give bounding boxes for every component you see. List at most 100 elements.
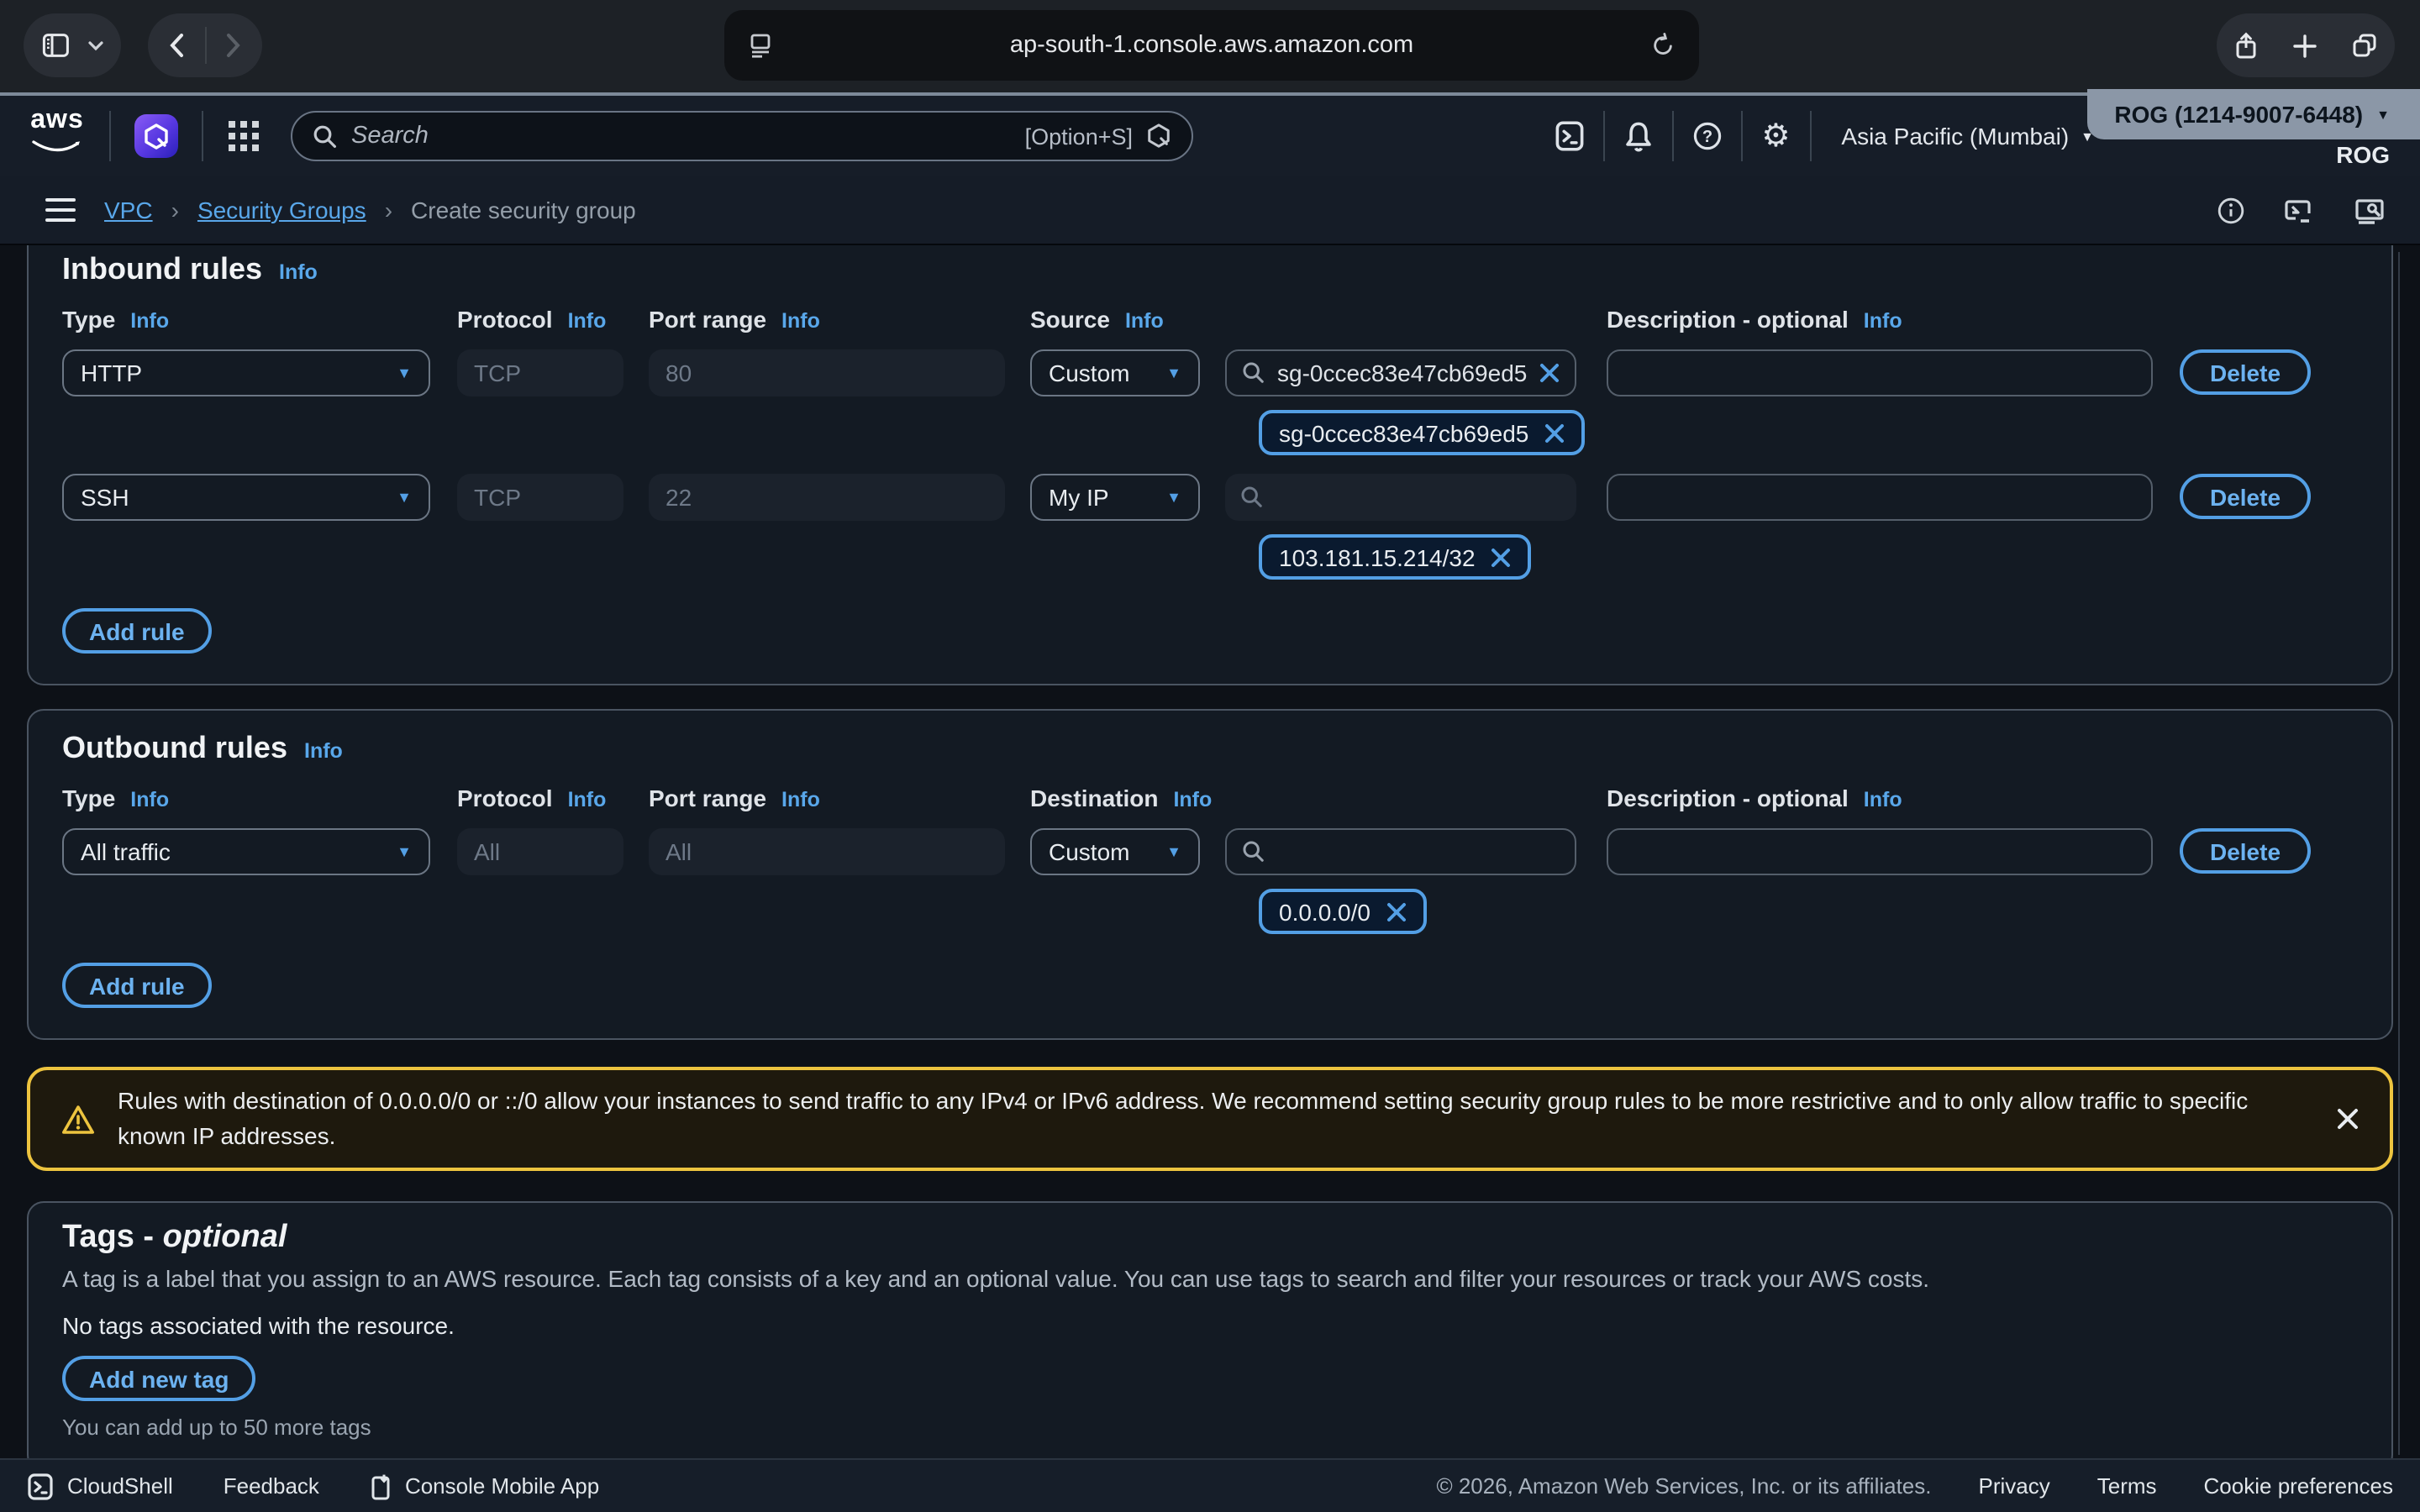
info-link[interactable]: Info: [568, 309, 607, 333]
add-new-tag-button[interactable]: Add new tag: [62, 1356, 255, 1401]
info-link[interactable]: Info: [781, 788, 820, 811]
help-button[interactable]: ?: [1673, 121, 1740, 151]
add-rule-button[interactable]: Add rule: [62, 608, 212, 654]
description-input[interactable]: [1607, 474, 2153, 521]
footer-feedback-label: Feedback: [224, 1473, 319, 1499]
breadcrumb-link-security-groups[interactable]: Security Groups: [197, 197, 366, 223]
breadcrumb-separator: ›: [385, 197, 392, 223]
tab-overview-icon[interactable]: [2351, 32, 2378, 59]
share-icon[interactable]: [2233, 31, 2259, 60]
sidebar-icon: [41, 32, 70, 59]
account-menu-button[interactable]: ROG (1214-9007-6448) ▼: [2087, 89, 2420, 139]
reload-icon[interactable]: [1650, 32, 1676, 59]
settings-button[interactable]: ⚙: [1742, 118, 1809, 155]
selected-destination-chips: 0.0.0.0/0: [62, 889, 2358, 932]
source-chip[interactable]: sg-0ccec83e47cb69ed5: [1259, 410, 1584, 455]
scrollbar-track[interactable]: [2398, 252, 2400, 1455]
footer-cookie-preferences-link[interactable]: Cookie preferences: [2204, 1473, 2393, 1499]
address-bar[interactable]: ap-south-1.console.aws.amazon.com: [724, 10, 1699, 81]
description-input[interactable]: [1607, 828, 2153, 875]
clear-icon[interactable]: [1539, 363, 1560, 383]
reader-icon: [748, 32, 773, 59]
back-icon: [168, 32, 185, 59]
info-link[interactable]: Info: [130, 788, 169, 811]
search-icon: [1242, 361, 1265, 385]
warning-icon: [60, 1103, 96, 1135]
notifications-button[interactable]: [1604, 120, 1671, 152]
info-link[interactable]: Info: [304, 739, 343, 763]
aws-logo-text: aws: [27, 109, 87, 133]
info-icon[interactable]: [2217, 196, 2245, 224]
delete-rule-button[interactable]: Delete: [2180, 349, 2311, 395]
remove-chip-icon[interactable]: [1386, 901, 1406, 921]
type-select[interactable]: All traffic ▼: [62, 828, 430, 875]
region-selector[interactable]: Asia Pacific (Mumbai) ▼: [1811, 123, 2124, 150]
cloudshell-terminal-icon: [27, 1473, 54, 1499]
destination-mode-select[interactable]: Custom ▼: [1030, 828, 1200, 875]
source-mode-select[interactable]: Custom ▼: [1030, 349, 1200, 396]
footer-terms-link[interactable]: Terms: [2097, 1473, 2157, 1499]
source-search-input[interactable]: [1225, 474, 1576, 521]
dismiss-warning-button[interactable]: [2336, 1107, 2360, 1131]
source-search-value: sg-0ccec83e47cb69ed5: [1277, 360, 1528, 386]
back-button[interactable]: [149, 32, 204, 59]
forward-button[interactable]: [206, 32, 261, 59]
description-input[interactable]: [1607, 349, 2153, 396]
chevron-down-icon: ▼: [2376, 107, 2390, 122]
remove-chip-icon[interactable]: [1544, 423, 1564, 443]
selected-source-chips: sg-0ccec83e47cb69ed5: [62, 410, 2358, 454]
remove-chip-icon[interactable]: [1491, 547, 1511, 567]
info-link[interactable]: Info: [1864, 309, 1902, 333]
breadcrumb-bar: VPC › Security Groups › Create security …: [0, 176, 2420, 245]
info-link[interactable]: Info: [279, 260, 318, 284]
column-source: Source: [1030, 306, 1110, 333]
info-link[interactable]: Info: [1125, 309, 1164, 333]
chevron-down-icon: ▼: [1166, 489, 1181, 506]
type-select-value: SSH: [81, 484, 129, 511]
protocol-field: All: [457, 828, 623, 875]
info-link[interactable]: Info: [130, 309, 169, 333]
destination-mode-value: Custom: [1049, 838, 1129, 865]
info-link[interactable]: Info: [781, 309, 820, 333]
footer-cloudshell-button[interactable]: CloudShell: [27, 1473, 173, 1499]
tools-panel-icon[interactable]: [2353, 196, 2386, 224]
source-search-input[interactable]: sg-0ccec83e47cb69ed5: [1225, 349, 1576, 396]
port-range-field: 80: [649, 349, 1005, 396]
footer-privacy-link[interactable]: Privacy: [1979, 1473, 2050, 1499]
add-rule-button[interactable]: Add rule: [62, 963, 212, 1008]
protocol-field: TCP: [457, 349, 623, 396]
source-chip-label: 103.181.15.214/32: [1279, 543, 1476, 570]
info-link[interactable]: Info: [568, 788, 607, 811]
amazon-q-app-icon[interactable]: [134, 114, 178, 158]
cloudshell-nav-button[interactable]: [1535, 121, 1602, 151]
new-tab-icon[interactable]: [2292, 33, 2317, 58]
delete-rule-button[interactable]: Delete: [2180, 474, 2311, 519]
console-search-input[interactable]: Search [Option+S]: [291, 111, 1193, 161]
info-link[interactable]: Info: [1173, 788, 1212, 811]
main-content: Inbound rules Info TypeInfo ProtocolInfo…: [0, 245, 2420, 1458]
sidebar-toggle-button[interactable]: [24, 13, 121, 77]
cloudshell-panel-icon[interactable]: [2282, 196, 2316, 224]
column-description: Description - optional: [1607, 306, 1849, 333]
aws-logo[interactable]: aws: [27, 109, 87, 163]
search-icon: [313, 123, 338, 149]
services-menu-button[interactable]: [227, 119, 260, 153]
footer-feedback-button[interactable]: Feedback: [224, 1473, 319, 1499]
column-description: Description - optional: [1607, 785, 1849, 811]
footer-mobile-app-button[interactable]: Console Mobile App: [370, 1473, 599, 1499]
info-link[interactable]: Info: [1864, 788, 1902, 811]
type-select[interactable]: HTTP ▼: [62, 349, 430, 396]
destination-search-input[interactable]: [1225, 828, 1576, 875]
outbound-rules-title: Outbound rules: [62, 731, 287, 766]
destination-chip[interactable]: 0.0.0.0/0: [1259, 889, 1426, 934]
source-mode-select[interactable]: My IP ▼: [1030, 474, 1200, 521]
delete-rule-button[interactable]: Delete: [2180, 828, 2311, 874]
type-select[interactable]: SSH ▼: [62, 474, 430, 521]
destination-chip-label: 0.0.0.0/0: [1279, 898, 1370, 925]
source-chip[interactable]: 103.181.15.214/32: [1259, 534, 1531, 580]
column-type: Type: [62, 306, 115, 333]
tags-description: A tag is a label that you assign to an A…: [62, 1265, 2358, 1292]
breadcrumb-link-vpc[interactable]: VPC: [104, 197, 153, 223]
page-tools: [2217, 196, 2386, 224]
side-menu-toggle[interactable]: [45, 198, 76, 223]
